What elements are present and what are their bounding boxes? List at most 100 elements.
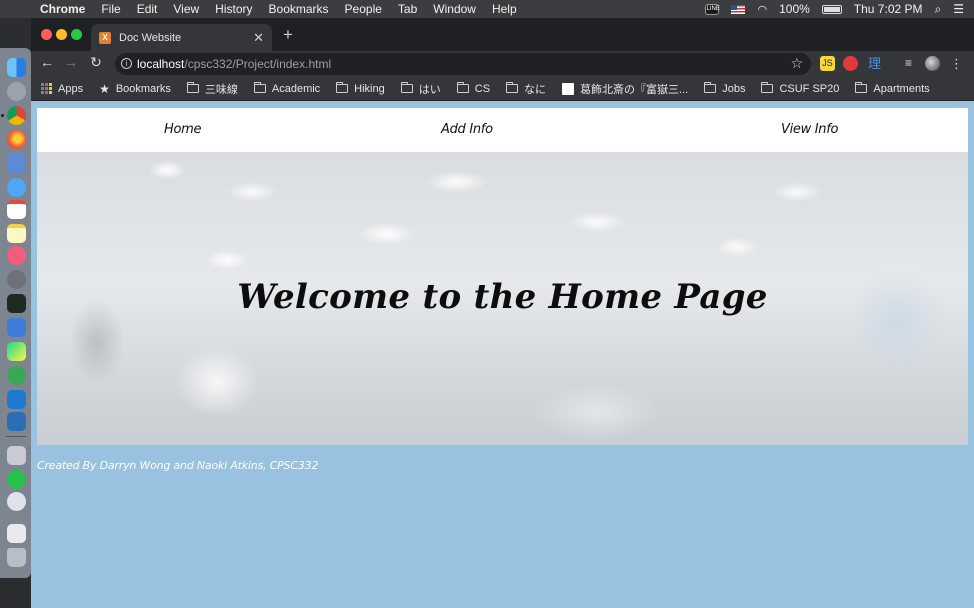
reading-list-icon[interactable]: ≡ (901, 56, 916, 71)
system-preferences-dock-icon[interactable] (7, 270, 26, 289)
url-host: localhost (137, 57, 185, 71)
messages-dock-icon[interactable] (7, 178, 26, 197)
chrome-menu-icon[interactable]: ⋮ (949, 56, 964, 71)
hero-title: Welcome to the Home Page (237, 277, 768, 317)
chrome-running-indicator (1, 114, 4, 117)
profile-avatar[interactable] (925, 56, 940, 71)
folder-icon (336, 82, 349, 93)
bookmark-bookmarks[interactable]: ★ Bookmarks (99, 82, 171, 96)
utility-dock-icon[interactable] (7, 492, 26, 511)
vscode-dock-icon[interactable] (7, 390, 26, 409)
macos-dock (0, 48, 31, 578)
kanji-extension-icon[interactable]: 理 (867, 56, 882, 71)
launchpad-dock-icon[interactable] (7, 82, 26, 101)
safari-dock-icon[interactable] (7, 366, 26, 385)
bookmark-hokusai[interactable]: 葛飾北斎の『富嶽三... (562, 81, 688, 97)
pycharm-dock-icon[interactable] (7, 342, 26, 361)
menu-file[interactable]: File (93, 2, 128, 16)
bookmark-apps[interactable]: Apps (41, 83, 83, 95)
activity-monitor-dock-icon[interactable] (7, 294, 26, 313)
line-dock-icon[interactable] (7, 470, 26, 489)
bookmark-folder-cs[interactable]: CS (456, 82, 490, 95)
firefox-dock-icon[interactable] (7, 130, 26, 149)
nav-home-link[interactable]: Home (164, 122, 202, 137)
page-viewport: Home Add Info View Info Welcome to the H… (31, 102, 974, 608)
menu-help[interactable]: Help (484, 2, 525, 16)
music-dock-icon[interactable] (7, 246, 26, 265)
js-extension-icon[interactable]: JS (820, 56, 835, 71)
menu-bookmarks[interactable]: Bookmarks (261, 2, 337, 16)
notification-center-icon[interactable]: ☰ (953, 2, 964, 16)
menubar-clock[interactable]: Thu 7:02 PM (854, 2, 923, 16)
nav-add-info-link[interactable]: Add Info (441, 122, 493, 137)
browser-toolbar: ← → ↻ i localhost/cpsc332/Project/index.… (31, 51, 974, 77)
spotlight-search-icon[interactable]: ⌕ (935, 2, 942, 17)
xampp-favicon-icon: X (99, 31, 111, 44)
close-window-button[interactable] (41, 29, 52, 40)
menu-window[interactable]: Window (425, 2, 484, 16)
notes-dock-icon[interactable] (7, 224, 26, 243)
folder-icon (704, 82, 717, 93)
chrome-window: X Doc Website ✕ + ← → ↻ i localhost/cpsc… (31, 18, 974, 608)
hero-banner: Welcome to the Home Page (37, 152, 968, 445)
menu-tab[interactable]: Tab (390, 2, 425, 16)
bookmark-star-icon[interactable]: ☆ (790, 55, 803, 72)
bookmark-folder-apartments[interactable]: Apartments (855, 82, 930, 95)
bookmarks-bar: Apps ★ Bookmarks 三味線 Academic Hiking はい C… (31, 77, 974, 101)
bookmark-folder-academic[interactable]: Academic (253, 82, 320, 95)
folder-icon (400, 82, 413, 93)
menu-edit[interactable]: Edit (129, 2, 166, 16)
menu-app-name[interactable]: Chrome (36, 2, 93, 16)
new-tab-button[interactable]: + (283, 25, 293, 45)
minimize-window-button[interactable] (56, 29, 67, 40)
menu-history[interactable]: History (207, 2, 260, 16)
site-info-icon[interactable]: i (121, 58, 132, 69)
url-path: /cpsc332/Project/index.html (184, 57, 332, 71)
finder-dock-icon[interactable] (7, 58, 26, 77)
back-button[interactable]: ← (37, 54, 57, 70)
apps-grid-icon (41, 83, 52, 94)
menu-people[interactable]: People (337, 2, 390, 16)
bookmark-folder-nani[interactable]: なに (506, 81, 546, 97)
document-dock-icon[interactable] (7, 524, 26, 543)
virtualbox-dock-icon[interactable] (7, 412, 26, 431)
dock-separator (6, 436, 26, 437)
trash-dock-icon[interactable] (7, 548, 26, 567)
forward-button[interactable]: → (61, 54, 81, 70)
star-icon: ★ (99, 81, 110, 96)
folder-icon (855, 82, 868, 93)
menu-view[interactable]: View (165, 2, 207, 16)
screenshot-dock-icon[interactable] (7, 446, 26, 465)
preview-dock-icon[interactable] (7, 154, 26, 173)
calendar-dock-icon[interactable] (7, 200, 26, 219)
tab-strip: X Doc Website ✕ + (31, 18, 974, 51)
folder-icon (506, 82, 519, 93)
line-status-icon[interactable]: LINE (705, 3, 720, 15)
active-tab[interactable]: X Doc Website ✕ (91, 24, 272, 51)
page-favicon-icon (562, 82, 575, 95)
bookmark-folder-jobs[interactable]: Jobs (704, 82, 745, 95)
close-tab-icon[interactable]: ✕ (253, 30, 264, 46)
macos-menu-bar: Chrome File Edit View History Bookmarks … (0, 0, 974, 18)
bookmark-folder-csuf-sp20[interactable]: CSUF SP20 (761, 82, 839, 95)
folder-icon (186, 82, 199, 93)
footer-credit: Created By Darryn Wong and Naoki Atkins,… (37, 459, 319, 472)
folder-icon (253, 82, 266, 93)
chrome-dock-icon[interactable] (7, 106, 26, 125)
xcode-dock-icon[interactable] (7, 318, 26, 337)
folder-icon (761, 82, 774, 93)
site-navigation: Home Add Info View Info (37, 108, 968, 152)
tab-title: Doc Website (119, 31, 182, 44)
battery-percent[interactable]: 100% (779, 2, 810, 16)
address-bar[interactable]: i localhost/cpsc332/Project/index.html ☆ (115, 53, 811, 75)
reload-button[interactable]: ↻ (86, 54, 106, 71)
bookmark-folder-hai[interactable]: はい (400, 81, 441, 97)
battery-icon[interactable] (821, 4, 842, 14)
bookmark-folder-hiking[interactable]: Hiking (336, 82, 385, 95)
wifi-icon[interactable]: ◠ (757, 3, 767, 16)
input-source-flag-icon[interactable] (731, 4, 746, 14)
nav-view-info-link[interactable]: View Info (781, 122, 838, 137)
red-extension-icon[interactable] (843, 56, 858, 71)
zoom-window-button[interactable] (71, 29, 82, 40)
bookmark-folder-shamisen[interactable]: 三味線 (186, 81, 238, 97)
